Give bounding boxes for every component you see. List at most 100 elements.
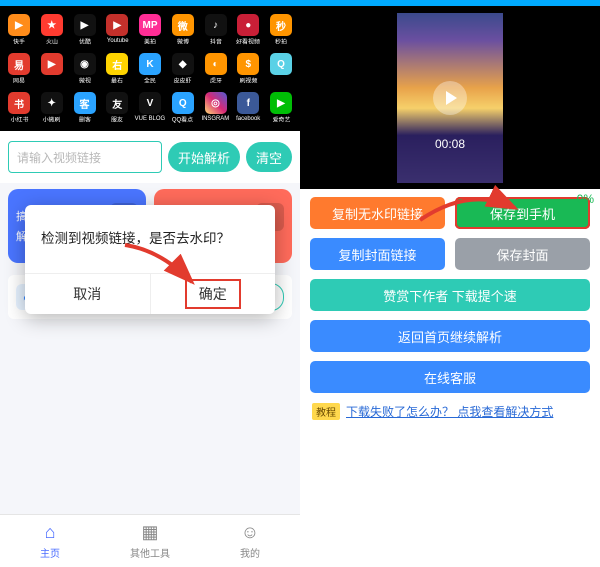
app-皮皮虾[interactable]: ◆皮皮虾 (170, 53, 196, 86)
bottom-tabbar: ⌂ 主页 ▦ 其他工具 ☺ 我的 (0, 514, 300, 567)
confirm-dialog: 检测到视频链接，是否去水印？ 取消 确定 (25, 205, 275, 314)
app-icon: K (139, 53, 161, 75)
app-icon: ◉ (74, 53, 96, 75)
app-icon: ◆ (172, 53, 194, 75)
url-input[interactable]: 请输入视频链接 (8, 141, 162, 173)
app-label: 全民 (144, 77, 156, 86)
copy-nowatermark-button[interactable]: 复制无水印链接 (310, 197, 445, 229)
grid-icon: ▦ (141, 522, 158, 543)
app-icon: ✦ (41, 92, 63, 114)
copy-cover-button[interactable]: 复制封面链接 (310, 238, 445, 270)
app-label: 秒拍 (275, 38, 287, 47)
app-小红书[interactable]: 书小红书 (6, 92, 32, 125)
video-thumb: 00:08 (397, 13, 503, 183)
tutorial-badge: 教程 (312, 403, 340, 420)
save-cover-button[interactable]: 保存封面 (455, 238, 590, 270)
home-icon: ⌂ (45, 522, 56, 543)
app-icon: V (139, 92, 161, 114)
ok-button[interactable]: 确定 (150, 274, 276, 314)
dialog-message: 检测到视频链接，是否去水印？ (25, 205, 275, 273)
app-网易[interactable]: 易网易 (6, 53, 32, 86)
app-icon: ▶ (74, 14, 96, 36)
app-秒拍[interactable]: 秒秒拍 (268, 14, 294, 47)
app-小微刷[interactable]: ✦ 小微刷 (39, 92, 65, 125)
app-label: 小红书 (10, 116, 28, 125)
app-label: 虎牙 (210, 77, 222, 86)
app-icon: 易 (8, 53, 30, 75)
app-服友[interactable]: 友服友 (104, 92, 130, 125)
clear-button[interactable]: 清空 (246, 142, 292, 172)
app-label: QQ看点 (172, 116, 193, 125)
app-facebook[interactable]: ffacebook (235, 92, 261, 125)
app-好看视频[interactable]: ●好看视频 (235, 14, 261, 47)
back-home-button[interactable]: 返回首页继续解析 (310, 320, 590, 352)
app-INSGRAM[interactable]: ◎ INSGRAM (203, 92, 229, 125)
app-icon: 微 (172, 14, 194, 36)
app-爱奇艺[interactable]: ▶ 爱奇艺 (268, 92, 294, 125)
app-虎牙[interactable]: ◐ 虎牙 (203, 53, 229, 86)
download-fail-link[interactable]: 下载失败了怎么办？ 点我查看解决方式 (346, 403, 553, 420)
app-QQ看点[interactable]: Q QQ看点 (170, 92, 196, 125)
app-grid: ▶快手★火山▶优酷▶YoutubeMP美拍微微博♪抖音●好看视频秒秒拍易网易▶◉… (0, 6, 300, 131)
app-Youtube[interactable]: ▶Youtube (104, 14, 130, 47)
app-label: 美拍 (144, 38, 156, 47)
tab-mine[interactable]: ☺ 我的 (200, 515, 300, 567)
app-icon: 秒 (270, 14, 292, 36)
app-label: INSGRAM (202, 116, 230, 122)
tip-author-button[interactable]: 赞赏下作者 下载提个速 (310, 279, 590, 311)
app-美拍[interactable]: MP 美拍 (137, 14, 163, 47)
app-label: 优酷 (79, 38, 91, 47)
video-preview[interactable]: 00:08 (300, 6, 600, 189)
app-火山[interactable]: ★ 火山 (39, 14, 65, 47)
left-phone-pane: ▶快手★火山▶优酷▶YoutubeMP美拍微微博♪抖音●好看视频秒秒拍易网易▶◉… (0, 0, 300, 567)
save-to-phone-button[interactable]: 保存到手机 (455, 197, 590, 229)
app-label: 爱奇艺 (272, 116, 290, 125)
online-service-button[interactable]: 在线客服 (310, 361, 590, 393)
tab-label: 主页 (40, 545, 60, 560)
app-icon: ◎ (205, 92, 227, 114)
app-label: 删客 (79, 116, 91, 125)
app-icon: Q (270, 53, 292, 75)
app-微视[interactable]: ◉ 微视 (72, 53, 98, 86)
app-全民[interactable]: K 全民 (137, 53, 163, 86)
app-label: 小微刷 (43, 116, 61, 125)
app-label: VUE BLOG (135, 116, 165, 122)
app-微博[interactable]: 微微博 (170, 14, 196, 47)
app-item[interactable]: Q (268, 53, 294, 86)
app-最右[interactable]: 右最右 (104, 53, 130, 86)
app-label: 网易 (13, 77, 25, 86)
app-icon: MP (139, 14, 161, 36)
app-icon: ★ (41, 14, 63, 36)
app-label: 火山 (46, 38, 58, 47)
app-删客[interactable]: 客删客 (72, 92, 98, 125)
app-刷视频[interactable]: $刷视频 (235, 53, 261, 86)
tab-label: 其他工具 (130, 545, 170, 560)
app-label: 微视 (79, 77, 91, 86)
app-icon: ▶ (8, 14, 30, 36)
help-line: 教程 下载失败了怎么办？ 点我查看解决方式 (300, 393, 600, 430)
user-icon: ☺ (241, 522, 259, 543)
progress-percent: 0% (577, 192, 594, 206)
app-VUE BLOG[interactable]: V VUE BLOG (137, 92, 163, 125)
app-抖音[interactable]: ♪抖音 (203, 14, 229, 47)
app-label: Youtube (106, 38, 128, 44)
app-icon: ◐ (205, 53, 227, 75)
app-label: 快手 (13, 38, 25, 47)
app-label: 好看视频 (236, 38, 260, 47)
app-label: 最右 (111, 77, 123, 86)
app-item[interactable]: ▶ (39, 53, 65, 86)
app-icon: Q (172, 92, 194, 114)
start-parse-button[interactable]: 开始解析 (168, 142, 240, 172)
app-优酷[interactable]: ▶ 优酷 (72, 14, 98, 47)
app-label: facebook (236, 116, 260, 122)
action-buttons: 复制无水印链接 保存到手机 复制封面链接 保存封面 赞赏下作者 下载提个速 返回… (300, 189, 600, 393)
app-快手[interactable]: ▶ 快手 (6, 14, 32, 47)
tab-tools[interactable]: ▦ 其他工具 (100, 515, 200, 567)
tab-home[interactable]: ⌂ 主页 (0, 515, 100, 567)
video-time: 00:08 (397, 137, 503, 151)
search-bar: 请输入视频链接 开始解析 清空 (0, 131, 300, 183)
play-icon[interactable] (433, 81, 467, 115)
app-label: 服友 (111, 116, 123, 125)
cancel-button[interactable]: 取消 (25, 274, 150, 314)
app-icon: ▶ (270, 92, 292, 114)
